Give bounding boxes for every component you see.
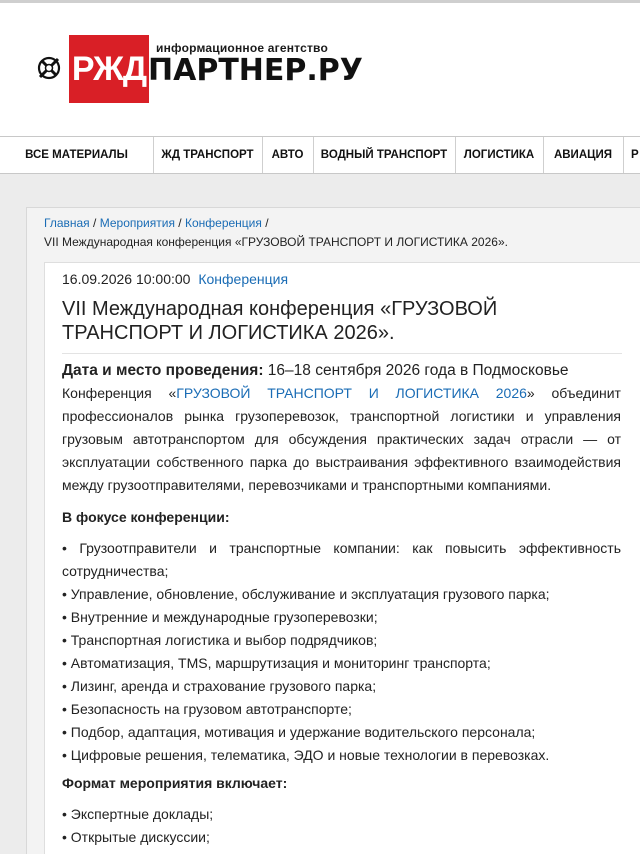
list-item: • Открытые дискуссии; <box>62 829 210 845</box>
article-meta: 16.09.2026 10:00:00 Конференция <box>62 271 288 287</box>
format-list: • Экспертные доклады; • Открытые дискусс… <box>62 803 621 849</box>
logo-rzd[interactable]: РЖД <box>69 35 149 103</box>
site-header: РЖД информационное агентство ПАРТНЕР.РУ <box>0 3 640 136</box>
nav-item-logistics[interactable]: ЛОГИСТИКА <box>455 137 544 173</box>
list-item: • Цифровые решения, телематика, ЭДО и но… <box>62 747 550 763</box>
event-place: Дата и место проведения: 16–18 сентября … <box>62 359 621 382</box>
format-heading: Формат мероприятия включает: <box>62 775 288 791</box>
list-item: • Транспортная логистика и выбор подрядч… <box>62 632 378 648</box>
breadcrumb-sep: / <box>93 216 97 230</box>
list-item: • Безопасность на грузовом автотранспорт… <box>62 701 352 717</box>
breadcrumb-sep: / <box>265 216 269 230</box>
intro-paragraph: Конференция «ГРУЗОВОЙ ТРАНСПОРТ И ЛОГИСТ… <box>62 382 621 497</box>
breadcrumb: Главная / Мероприятия / Конференция / VI… <box>44 214 634 252</box>
intro-text-start: Конференция « <box>62 385 177 401</box>
nav-item-water[interactable]: ВОДНЫЙ ТРАНСПОРТ <box>313 137 456 173</box>
breadcrumb-current: VII Международная конференция «ГРУЗОВОЙ … <box>44 235 508 249</box>
breadcrumb-events[interactable]: Мероприятия <box>100 216 175 230</box>
nav-item-more[interactable]: Р <box>623 137 640 173</box>
nav-item-all[interactable]: ВСЕ МАТЕРИАЛЫ <box>0 137 154 173</box>
breadcrumb-sep: / <box>178 216 182 230</box>
list-item: • Экспертные доклады; <box>62 806 214 822</box>
event-place-value: 16–18 сентября 2026 года в Подмосковье <box>263 362 569 379</box>
logo-partner[interactable]: ПАРТНЕР.РУ <box>148 53 363 88</box>
intro-text-end: » объединит профессионалов рынка грузопе… <box>62 385 621 493</box>
focus-list: • Грузоотправители и транспортные компан… <box>62 537 621 767</box>
nav-item-aviation[interactable]: АВИАЦИЯ <box>543 137 624 173</box>
list-item: • Лизинг, аренда и страхование грузового… <box>62 678 377 694</box>
event-place-label: Дата и место проведения: <box>62 362 264 379</box>
article-category-link[interactable]: Конференция <box>198 271 288 287</box>
main-nav: ВСЕ МАТЕРИАЛЫ ЖД ТРАНСПОРТ АВТО ВОДНЫЙ Т… <box>0 136 640 174</box>
breadcrumb-home[interactable]: Главная <box>44 216 90 230</box>
page-title: VII Международная конференция «ГРУЗОВОЙ … <box>62 297 622 354</box>
nav-item-rail[interactable]: ЖД ТРАНСПОРТ <box>153 137 263 173</box>
list-item: • Внутренние и международные грузоперево… <box>62 609 378 625</box>
list-item: • Управление, обновление, обслуживание и… <box>62 586 550 602</box>
list-item: • Автоматизация, TMS, маршрутизация и мо… <box>62 655 491 671</box>
list-item: • Грузоотправители и транспортные компан… <box>62 540 621 579</box>
nav-item-auto[interactable]: АВТО <box>262 137 314 173</box>
logo-emblem-icon[interactable] <box>36 53 62 83</box>
conference-link[interactable]: ГРУЗОВОЙ ТРАНСПОРТ И ЛОГИСТИКА 2026 <box>176 385 527 401</box>
focus-heading: В фокусе конференции: <box>62 509 230 525</box>
breadcrumb-conferences[interactable]: Конференция <box>185 216 262 230</box>
article-datetime: 16.09.2026 10:00:00 <box>62 271 191 287</box>
list-item: • Подбор, адаптация, мотивация и удержан… <box>62 724 536 740</box>
